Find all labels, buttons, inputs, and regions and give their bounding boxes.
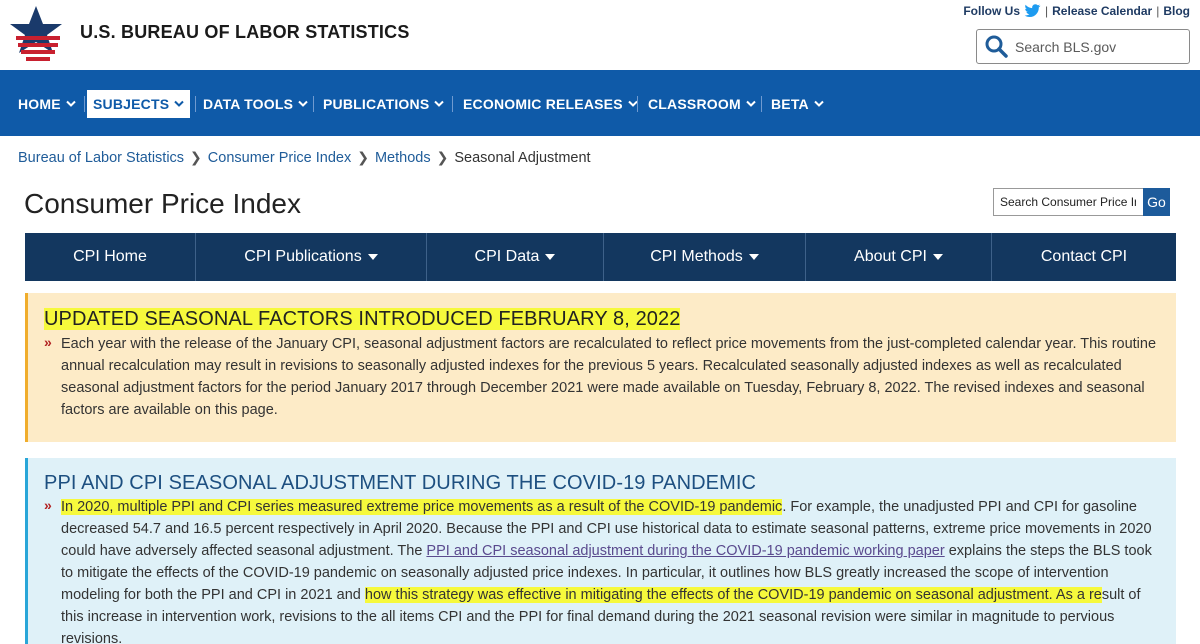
chevron-down-icon — [814, 100, 824, 107]
nav-divider — [195, 96, 196, 112]
site-search — [976, 29, 1190, 64]
notice-covid-seasonal: PPI AND CPI SEASONAL ADJUSTMENT DURING T… — [25, 458, 1176, 644]
nav-label: ECONOMIC RELEASES — [463, 96, 623, 112]
notice-heading: PPI AND CPI SEASONAL ADJUSTMENT DURING T… — [44, 472, 757, 494]
org-name[interactable]: U.S. BUREAU OF LABOR STATISTICS — [80, 22, 410, 43]
search-icon[interactable] — [984, 34, 1010, 60]
nav-classroom[interactable]: CLASSROOM — [642, 90, 762, 118]
nav-label: SUBJECTS — [93, 96, 170, 112]
blog-link[interactable]: Blog — [1163, 4, 1190, 18]
nav-data-tools[interactable]: DATA TOOLS — [197, 90, 314, 118]
notice-heading: UPDATED SEASONAL FACTORS INTRODUCED FEBR… — [44, 308, 681, 331]
link-separator: | — [1045, 4, 1049, 18]
notice-text: Each year with the release of the Januar… — [61, 336, 1157, 418]
chevron-down-icon — [298, 100, 308, 107]
tab-cpi-publications[interactable]: CPI Publications — [196, 233, 427, 281]
nav-divider — [761, 96, 762, 112]
nav-label: DATA TOOLS — [203, 96, 294, 112]
chevron-right-icon: ❯ — [357, 149, 369, 165]
page-title: Consumer Price Index — [24, 188, 302, 219]
tab-label: Contact CPI — [1040, 248, 1128, 265]
caret-down-icon — [748, 254, 759, 260]
nav-home[interactable]: HOME — [12, 90, 82, 118]
raquo-icon: » — [44, 334, 52, 350]
main-nav: HOME SUBJECTS DATA TOOLS PUBLICATIONS EC… — [0, 70, 1200, 136]
nav-publications[interactable]: PUBLICATIONS — [317, 90, 450, 118]
bls-logo-icon[interactable] — [8, 4, 68, 66]
nav-label: PUBLICATIONS — [323, 96, 430, 112]
chevron-right-icon: ❯ — [436, 149, 449, 165]
notice-heading-text: UPDATED SEASONAL FACTORS INTRODUCED FEBR… — [44, 308, 681, 330]
tab-cpi-home[interactable]: CPI Home — [25, 233, 196, 281]
breadcrumb: Bureau of Labor Statistics ❯ Consumer Pr… — [18, 149, 591, 166]
nav-divider — [637, 96, 638, 112]
highlighted-text: how this strategy was effective in mitig… — [364, 587, 1102, 603]
working-paper-link[interactable]: PPI and CPI seasonal adjustment during t… — [426, 543, 944, 559]
link-separator: | — [1156, 4, 1160, 18]
breadcrumb-link-bls[interactable]: Bureau of Labor Statistics — [18, 150, 184, 166]
nav-divider — [84, 96, 85, 112]
tab-cpi-methods[interactable]: CPI Methods — [604, 233, 806, 281]
notice-seasonal-factors: UPDATED SEASONAL FACTORS INTRODUCED FEBR… — [25, 293, 1176, 442]
raquo-icon: » — [44, 497, 52, 513]
chevron-down-icon — [434, 100, 445, 107]
tab-label: About CPI — [854, 248, 927, 265]
site-header: U.S. BUREAU OF LABOR STATISTICS Follow U… — [0, 0, 1200, 70]
caret-down-icon — [545, 254, 556, 260]
search-input[interactable] — [1015, 38, 1175, 55]
cpi-search-input[interactable] — [1000, 195, 1136, 209]
nav-beta[interactable]: BETA — [765, 90, 830, 118]
tab-label: CPI Publications — [244, 248, 362, 265]
chevron-right-icon: ❯ — [190, 149, 202, 165]
nav-label: HOME — [18, 96, 61, 112]
cpi-nav: CPI Home CPI Publications CPI Data CPI M… — [25, 233, 1176, 281]
breadcrumb-current: Seasonal Adjustment — [454, 149, 591, 166]
highlighted-text: In 2020, multiple PPI and CPI series mea… — [61, 499, 783, 515]
nav-divider — [313, 96, 314, 112]
twitter-icon[interactable] — [1024, 4, 1041, 18]
breadcrumb-link-cpi[interactable]: Consumer Price Index — [208, 150, 351, 166]
nav-subjects[interactable]: SUBJECTS — [87, 90, 191, 118]
tab-label: CPI Home — [73, 248, 147, 265]
nav-divider — [452, 96, 453, 112]
follow-us-link[interactable]: Follow Us — [963, 4, 1020, 18]
go-button[interactable]: Go — [1143, 188, 1170, 216]
tab-label: CPI Data — [474, 248, 540, 265]
breadcrumb-link-methods[interactable]: Methods — [375, 150, 431, 166]
tab-label: CPI Methods — [650, 248, 743, 265]
chevron-down-icon — [746, 100, 756, 107]
nav-label: BETA — [771, 96, 809, 112]
tab-cpi-data[interactable]: CPI Data — [427, 233, 604, 281]
chevron-down-icon — [66, 100, 76, 107]
nav-economic-releases[interactable]: ECONOMIC RELEASES — [457, 90, 644, 118]
utility-links: Follow Us | Release Calendar | Blog — [963, 4, 1190, 18]
caret-down-icon — [932, 254, 943, 260]
chevron-down-icon — [174, 100, 185, 107]
nav-label: CLASSROOM — [648, 96, 741, 112]
notice-text: In 2020, multiple PPI and CPI series mea… — [61, 496, 1166, 644]
caret-down-icon — [367, 254, 378, 260]
tab-contact-cpi[interactable]: Contact CPI — [992, 233, 1176, 281]
tab-about-cpi[interactable]: About CPI — [806, 233, 992, 281]
release-calendar-link[interactable]: Release Calendar — [1052, 4, 1152, 18]
